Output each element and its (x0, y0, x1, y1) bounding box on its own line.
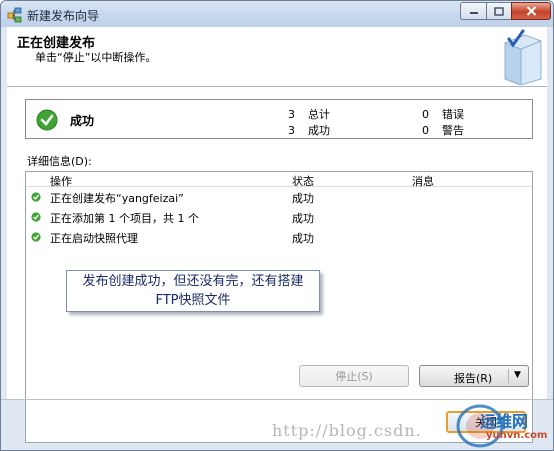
row-status: 成功 (292, 192, 314, 205)
table-header: 操作 状态 消息 (26, 172, 532, 189)
success-label: 成功 (308, 124, 330, 137)
publication-wizard-icon (7, 7, 22, 23)
success-check-icon (31, 192, 41, 202)
site-logo-url: yunvn.com (486, 430, 548, 441)
total-count: 3 (288, 108, 295, 121)
row-status: 成功 (292, 232, 314, 245)
callout-line-1: 发布创建成功，但还没有完，还有搭建 (82, 274, 304, 289)
title-bar[interactable]: 新建发布向导 (1, 1, 553, 27)
column-header-message[interactable]: 消息 (412, 173, 434, 189)
footer-divider (1, 399, 553, 400)
close-icon (526, 6, 536, 16)
total-stat: 3 总计 (288, 106, 330, 122)
minimize-icon (469, 12, 478, 14)
warning-stat: 0 警告 (422, 122, 464, 138)
site-logo-text: 运维网 (480, 412, 529, 431)
summary-panel: 成功 3 总计 3 成功 0 错误 0 警告 (25, 99, 533, 139)
wizard-window: 新建发布向导 正在创建发布 单击“停止”以中断操作。 成功 3 总计 3 成功 … (0, 0, 554, 451)
wizard-header: 正在创建发布 单击“停止”以中断操作。 (7, 27, 547, 87)
error-label: 错误 (442, 108, 464, 121)
warning-label: 警告 (442, 124, 464, 137)
window-title: 新建发布向导 (27, 9, 100, 23)
success-stat: 3 成功 (288, 122, 330, 138)
maximize-button[interactable] (486, 2, 512, 20)
blog-watermark: http://blog.csdn. (272, 421, 422, 440)
table-row[interactable]: 正在创建发布“yangfeizai” 成功 (26, 188, 532, 206)
report-button-label: 报告(R) (454, 372, 493, 385)
report-button[interactable]: 报告(R) ▼ (419, 365, 529, 387)
wizard-content: 成功 3 总计 3 成功 0 错误 0 警告 详细信息(D): 操作 状态 消息 (7, 87, 547, 443)
close-window-button[interactable] (511, 2, 551, 20)
table-row[interactable]: 正在添加第 1 个项目，共 1 个 成功 (26, 208, 532, 226)
annotation-callout: 发布创建成功，但还没有完，还有搭建 FTP快照文件 (66, 270, 320, 312)
callout-line-2: FTP快照文件 (155, 293, 231, 308)
row-status: 成功 (292, 212, 314, 225)
report-button-separator (508, 369, 509, 383)
row-action: 正在启动快照代理 (50, 232, 138, 245)
success-check-icon (31, 212, 41, 222)
row-action: 正在添加第 1 个项目，共 1 个 (50, 212, 199, 225)
summary-status: 成功 (70, 114, 95, 128)
stop-button[interactable]: 停止(S) (299, 365, 409, 387)
dropdown-arrow-icon[interactable]: ▼ (514, 370, 521, 380)
error-stat: 0 错误 (422, 106, 464, 122)
minimize-button[interactable] (460, 2, 487, 20)
book-check-icon (504, 29, 542, 85)
table-row[interactable]: 正在启动快照代理 成功 (26, 228, 532, 246)
column-header-action[interactable]: 操作 (50, 173, 72, 189)
total-label: 总计 (308, 108, 330, 121)
warning-count: 0 (422, 124, 429, 137)
page-subtitle: 单击“停止”以中断操作。 (35, 51, 157, 64)
success-check-icon (31, 232, 41, 242)
details-label: 详细信息(D): (27, 155, 92, 168)
success-check-icon (36, 109, 58, 131)
row-action: 正在创建发布“yangfeizai” (50, 192, 184, 205)
success-count: 3 (288, 124, 295, 137)
column-header-status[interactable]: 状态 (292, 173, 314, 189)
error-count: 0 (422, 108, 429, 121)
maximize-icon (494, 6, 504, 16)
